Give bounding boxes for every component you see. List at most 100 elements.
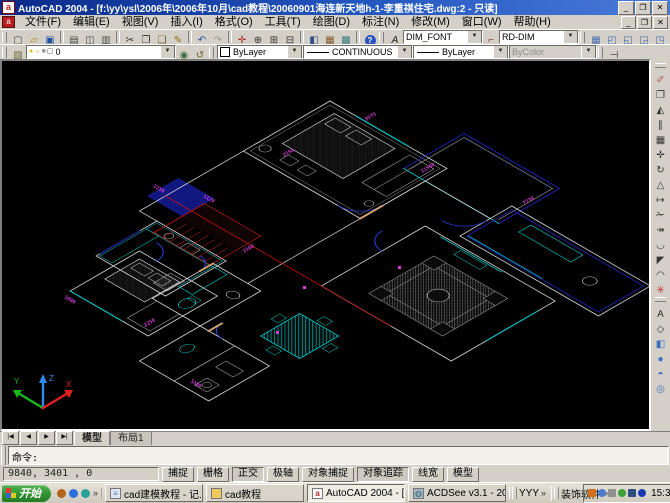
offset-button[interactable]: ∥ xyxy=(652,115,669,130)
chevron-down-icon[interactable]: ▼ xyxy=(563,30,578,44)
toolbar-grip[interactable] xyxy=(2,32,7,43)
extend-button[interactable]: ↠ xyxy=(652,220,669,235)
window-close-button[interactable]: ✕ xyxy=(652,1,668,15)
markup-button[interactable]: ▩ xyxy=(338,30,354,44)
pan-button[interactable]: ✛ xyxy=(234,30,250,44)
tab-nav-1[interactable]: ◀ xyxy=(20,431,37,445)
menu-item-tools[interactable]: 工具(T) xyxy=(259,15,307,29)
start-button[interactable]: 开始 xyxy=(2,485,51,502)
scale-button[interactable]: △ xyxy=(652,175,669,190)
save-file-button[interactable]: ▣ xyxy=(42,30,58,44)
status-osnap-toggle[interactable]: 对象捕捉 xyxy=(302,467,354,482)
help-button[interactable]: ? xyxy=(362,30,378,44)
move-button[interactable]: ✛ xyxy=(652,145,669,160)
toolbar-grip[interactable] xyxy=(209,47,214,58)
status-otrack-toggle[interactable]: 对象追踪 xyxy=(357,467,409,482)
dome-button[interactable]: ◓ xyxy=(652,364,669,379)
menu-item-format[interactable]: 格式(O) xyxy=(209,15,259,29)
menu-item-window[interactable]: 窗口(W) xyxy=(456,15,508,29)
quicklaunch-2-icon[interactable] xyxy=(69,489,78,498)
undo-button[interactable]: ↶ xyxy=(194,30,210,44)
redo-button[interactable]: ↷ xyxy=(210,30,226,44)
status-lwt-toggle[interactable]: 线宽 xyxy=(412,467,444,482)
status-model-toggle[interactable]: 模型 xyxy=(447,467,479,482)
zoom-window-button[interactable]: ⊞ xyxy=(266,30,282,44)
mirror-button[interactable]: ◭ xyxy=(652,100,669,115)
dock-grip[interactable] xyxy=(1,446,6,465)
cut-button[interactable]: ✂ xyxy=(122,30,138,44)
new-file-button[interactable]: ▢ xyxy=(10,30,26,44)
status-polar-toggle[interactable]: 极轴 xyxy=(267,467,299,482)
tray-2-icon[interactable] xyxy=(598,489,606,497)
tray-4-icon[interactable] xyxy=(618,489,626,497)
match-properties-button[interactable]: ✎ xyxy=(170,30,186,44)
trim-button[interactable]: ✁ xyxy=(652,205,669,220)
2d-solid-button[interactable]: ◇ xyxy=(652,319,669,334)
explode-button[interactable]: ✳ xyxy=(652,280,669,295)
break-button[interactable]: ◡ xyxy=(652,235,669,250)
tab-nav-2[interactable]: ▶ xyxy=(38,431,55,445)
array-button[interactable]: ▦ xyxy=(652,130,669,145)
quick-dimension-button[interactable]: ⊣ xyxy=(606,45,622,59)
layer-previous-button[interactable]: ↺ xyxy=(192,45,208,59)
rotate-button[interactable]: ↻ xyxy=(652,160,669,175)
zoom-previous-button[interactable]: ⊟ xyxy=(282,30,298,44)
window-minimize-button[interactable]: _ xyxy=(618,1,634,15)
drawing-canvas[interactable]: 9575 11540 7730 2250 1800 2250 3300 2550… xyxy=(2,61,649,429)
toolbar-grip[interactable] xyxy=(580,32,585,43)
plot-button[interactable]: ▤ xyxy=(66,30,82,44)
tray-1-icon[interactable] xyxy=(588,489,596,497)
dim-style-button[interactable]: ⌐ xyxy=(483,30,499,44)
band-grip[interactable] xyxy=(512,487,517,499)
chamfer-button[interactable]: ◤ xyxy=(652,250,669,265)
chevron-down-icon[interactable]: ▼ xyxy=(467,30,482,44)
named-views-button[interactable]: ▦ xyxy=(588,30,604,44)
task-notepad-button[interactable]: ≡cad建模教程 - 记... xyxy=(105,484,203,502)
top-view-button[interactable]: ◰ xyxy=(604,30,620,44)
make-object-layer-current-button[interactable]: ◉ xyxy=(176,45,192,59)
tray-6-icon[interactable] xyxy=(638,489,646,497)
command-input[interactable]: 命令: xyxy=(8,446,669,465)
tab-layout1[interactable]: 布局1 xyxy=(110,431,152,445)
tab-model[interactable]: 模型 xyxy=(74,431,110,445)
document-restore-button[interactable]: ❐ xyxy=(637,16,652,29)
stretch-button[interactable]: ↦ xyxy=(652,190,669,205)
menu-item-edit[interactable]: 编辑(E) xyxy=(67,15,116,29)
tab-nav-0[interactable]: |◀ xyxy=(2,431,19,445)
toolbar-grip[interactable] xyxy=(655,63,666,68)
lineweight-combo[interactable]: ByLayer ▼ xyxy=(413,45,509,59)
tray-3-icon[interactable] xyxy=(608,489,616,497)
task-acdsee-button[interactable]: ◍ACDSee v3.1 - 20... xyxy=(408,484,506,502)
menu-item-view[interactable]: 视图(V) xyxy=(116,15,165,29)
paste-button[interactable]: ❏ xyxy=(154,30,170,44)
text-button[interactable]: A xyxy=(652,304,669,319)
plot-preview-button[interactable]: ◫ xyxy=(82,30,98,44)
window-restore-button[interactable]: ❐ xyxy=(635,1,651,15)
torus-button[interactable]: ◎ xyxy=(652,379,669,394)
menu-item-draw[interactable]: 绘图(D) xyxy=(307,15,356,29)
linetype-combo[interactable]: CONTINUOUS ▼ xyxy=(303,45,413,59)
toolbar-grip[interactable] xyxy=(598,47,603,58)
menu-item-file[interactable]: 文件(F) xyxy=(19,15,67,29)
dim-style-combo[interactable]: RD-DIM ▼ xyxy=(499,30,579,44)
text-style-button[interactable]: A xyxy=(387,30,403,44)
document-close-button[interactable]: ✕ xyxy=(653,16,668,29)
tray-5-icon[interactable] xyxy=(628,489,636,497)
chevron-down-icon[interactable]: ▼ xyxy=(160,45,175,59)
document-minimize-button[interactable]: _ xyxy=(621,16,636,29)
quicklaunch-3-icon[interactable] xyxy=(81,489,90,498)
status-ortho-toggle[interactable]: 正交 xyxy=(232,467,264,482)
toolbar-grip[interactable] xyxy=(655,297,666,302)
right-view-button[interactable]: ◳ xyxy=(652,30,668,44)
quick-launch-more-chevron[interactable]: » xyxy=(93,488,98,498)
chevron-down-icon[interactable]: ▼ xyxy=(287,45,302,59)
copy-button[interactable]: ❐ xyxy=(138,30,154,44)
quicklaunch-1-icon[interactable] xyxy=(57,489,66,498)
task-autocad-button[interactable]: aAutoCAD 2004 - [... xyxy=(307,484,405,502)
publish-button[interactable]: ▥ xyxy=(98,30,114,44)
status-grid-toggle[interactable]: 栅格 xyxy=(197,467,229,482)
menu-item-insert[interactable]: 插入(I) xyxy=(164,15,208,29)
bottom-view-button[interactable]: ◱ xyxy=(620,30,636,44)
copy-object-button[interactable]: ❐ xyxy=(652,85,669,100)
toolbar-grip[interactable] xyxy=(379,32,384,43)
